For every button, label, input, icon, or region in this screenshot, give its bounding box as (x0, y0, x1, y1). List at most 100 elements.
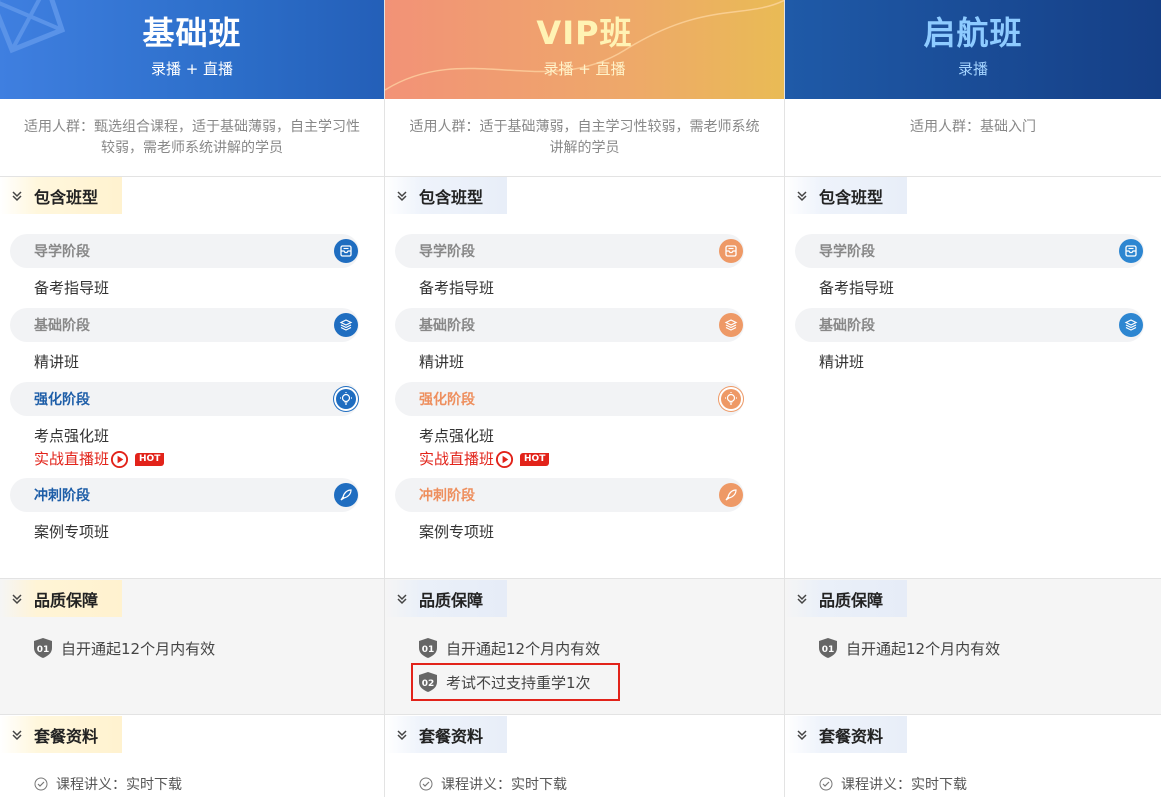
section-tag[interactable]: 套餐资料 (0, 716, 123, 753)
chevron-down-icon (12, 729, 22, 740)
quality-section: 品质保障 01 自开通起12个月内有效 (785, 578, 1161, 715)
column-vip: VIP班 录播 + 直播 适用人群：适于基础薄弱，自主学习性较弱，需老师系统讲解… (385, 0, 785, 797)
class-item[interactable]: 备考指导班 (795, 268, 1161, 308)
class-item[interactable]: 精讲班 (395, 342, 784, 382)
book-icon (1119, 239, 1143, 263)
chevron-down-icon (797, 729, 807, 740)
quality-number: 02 (422, 679, 435, 689)
hot-badge: HOT (520, 452, 550, 466)
hot-badge: HOT (135, 452, 165, 466)
quality-list: 01 自开通起12个月内有效 02 考试不过支持重学1次 (385, 617, 784, 701)
quality-title-row: 品质保障 (0, 580, 384, 617)
check-circle-icon (819, 777, 833, 791)
package-section: 套餐资料 课程讲义：实时下载 (0, 716, 384, 794)
stage-strengthen[interactable]: 强化阶段 (10, 382, 359, 416)
section-label: 套餐资料 (419, 726, 484, 746)
live-class-item[interactable]: 实战直播班 HOT (395, 448, 784, 470)
quality-item: 01 自开通起12个月内有效 (819, 634, 1161, 662)
section-tag[interactable]: 品质保障 (0, 580, 123, 617)
stage-basic[interactable]: 基础阶段 (795, 308, 1144, 342)
package-item: 课程讲义：实时下载 (785, 753, 1161, 794)
decorative-logo-icon (0, 0, 66, 54)
stage-guide[interactable]: 导学阶段 (395, 234, 744, 268)
layers-icon (719, 313, 743, 337)
class-item[interactable]: 案例专项班 (10, 512, 384, 552)
chevron-down-icon (797, 190, 807, 201)
audience-text: 适用人群：甄选组合课程，适于基础薄弱，自主学习性较弱，需老师系统讲解的学员 (0, 99, 384, 177)
class-item[interactable]: 精讲班 (795, 342, 1161, 382)
stage-name: 冲刺阶段 (419, 488, 475, 504)
class-item[interactable]: 精讲班 (10, 342, 384, 382)
chevron-down-icon (397, 729, 407, 740)
layers-icon (1119, 313, 1143, 337)
audience-text: 适用人群：适于基础薄弱，自主学习性较弱，需老师系统讲解的学员 (385, 99, 784, 177)
chevron-down-icon (12, 190, 22, 201)
quality-text: 自开通起12个月内有效 (846, 639, 1001, 658)
section-tag[interactable]: 包含班型 (385, 177, 508, 214)
book-icon (719, 239, 743, 263)
section-include: 包含班型 (385, 177, 784, 214)
quality-list: 01 自开通起12个月内有效 (785, 617, 1161, 662)
shield-number-icon: 01 (34, 638, 52, 658)
section-label: 包含班型 (819, 187, 884, 207)
package-title-row: 套餐资料 (0, 716, 384, 753)
stage-strengthen[interactable]: 强化阶段 (395, 382, 744, 416)
stage-name: 强化阶段 (419, 392, 475, 408)
column-starter: 启航班 录播 适用人群：基础入门 包含班型 导学阶段 备考指导班 基础阶段 精讲… (785, 0, 1161, 797)
package-text: 课程讲义：实时下载 (56, 777, 182, 793)
audience-text: 适用人群：基础入门 (785, 99, 1161, 177)
shield-number-icon: 02 (419, 672, 437, 692)
section-label: 包含班型 (419, 187, 484, 207)
chevron-down-icon (797, 593, 807, 604)
quality-section: 品质保障 01 自开通起12个月内有效 02 考试不过支持重学1次 (385, 578, 784, 715)
class-item[interactable]: 备考指导班 (395, 268, 784, 308)
live-class-label: 实战直播班 (419, 450, 495, 468)
book-icon (334, 239, 358, 263)
class-item[interactable]: 备考指导班 (10, 268, 384, 308)
section-label: 包含班型 (34, 187, 99, 207)
quality-item: 01 自开通起12个月内有效 (34, 634, 384, 662)
stage-basic[interactable]: 基础阶段 (395, 308, 744, 342)
stage-basic[interactable]: 基础阶段 (10, 308, 359, 342)
stage-guide[interactable]: 导学阶段 (795, 234, 1144, 268)
quality-number: 01 (37, 645, 50, 655)
quality-section: 品质保障 01 自开通起12个月内有效 (0, 578, 384, 715)
section-tag[interactable]: 品质保障 (385, 580, 508, 617)
class-item[interactable]: 案例专项班 (395, 512, 784, 552)
package-section: 套餐资料 课程讲义：实时下载 (385, 716, 784, 794)
package-item: 课程讲义：实时下载 (0, 753, 384, 794)
quality-list: 01 自开通起12个月内有效 (0, 617, 384, 662)
section-tag[interactable]: 套餐资料 (785, 716, 908, 753)
stage-sprint[interactable]: 冲刺阶段 (10, 478, 359, 512)
quality-text: 自开通起12个月内有效 (61, 639, 216, 658)
shield-number-icon: 01 (819, 638, 837, 658)
play-icon (495, 450, 514, 468)
stage-list: 导学阶段 备考指导班 基础阶段 精讲班 (785, 214, 1161, 382)
quality-title-row: 品质保障 (385, 580, 784, 617)
section-label: 品质保障 (34, 590, 99, 610)
plan-subtitle: 录播 + 直播 (543, 60, 626, 78)
section-tag[interactable]: 包含班型 (785, 177, 908, 214)
stage-name: 冲刺阶段 (34, 488, 90, 504)
stage-name: 导学阶段 (819, 244, 875, 260)
check-circle-icon (34, 777, 48, 791)
chevron-down-icon (397, 190, 407, 201)
header-basic: 基础班 录播 + 直播 (0, 0, 384, 99)
column-basic: 基础班 录播 + 直播 适用人群：甄选组合课程，适于基础薄弱，自主学习性较弱，需… (0, 0, 385, 797)
stage-name: 基础阶段 (819, 318, 875, 334)
quality-title-row: 品质保障 (785, 580, 1161, 617)
stage-name: 导学阶段 (34, 244, 90, 260)
plan-subtitle: 录播 (957, 60, 988, 78)
section-tag[interactable]: 包含班型 (0, 177, 123, 214)
section-tag[interactable]: 品质保障 (785, 580, 908, 617)
section-tag[interactable]: 套餐资料 (385, 716, 508, 753)
stage-guide[interactable]: 导学阶段 (10, 234, 359, 268)
quality-item-highlighted: 02 考试不过支持重学1次 (411, 663, 620, 701)
section-include: 包含班型 (0, 177, 384, 214)
bulb-icon (719, 387, 743, 411)
plan-title: 启航班 (923, 14, 1023, 52)
shield-number-icon: 01 (419, 638, 437, 658)
package-title-row: 套餐资料 (785, 716, 1161, 753)
live-class-item[interactable]: 实战直播班 HOT (10, 448, 384, 470)
stage-sprint[interactable]: 冲刺阶段 (395, 478, 744, 512)
